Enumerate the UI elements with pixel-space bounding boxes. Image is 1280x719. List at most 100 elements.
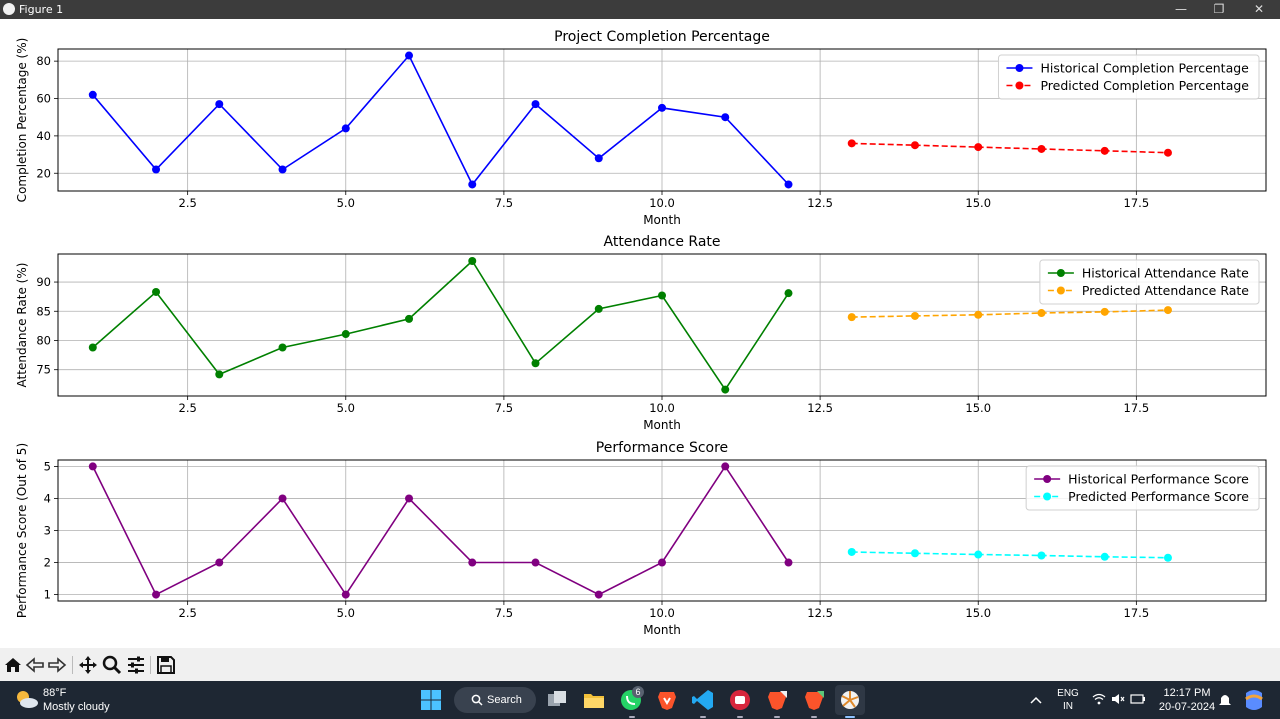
x-tick-label: 17.5 xyxy=(1124,401,1150,415)
y-tick-label: 40 xyxy=(36,129,51,143)
figure-canvas[interactable]: 2.5 5.0 7.5 10.0 12.5 15.0 17.5 20 40 60 80 Project… xyxy=(0,19,1280,648)
data-point xyxy=(215,370,224,379)
data-point xyxy=(784,558,793,567)
running-indicator xyxy=(774,716,780,718)
chevron-up-icon[interactable] xyxy=(1030,695,1042,705)
data-point xyxy=(341,330,350,339)
legend-label: Predicted Completion Percentage xyxy=(1040,78,1249,93)
weather-cloudy-icon[interactable] xyxy=(14,689,40,709)
x-axis-label: Month xyxy=(643,213,681,227)
weather-temperature: 88°F xyxy=(43,687,67,699)
task-view-icon[interactable] xyxy=(545,688,569,712)
language-code[interactable]: ENG xyxy=(1054,688,1082,699)
brave-nightly-icon[interactable] xyxy=(802,688,826,712)
home-icon[interactable] xyxy=(2,654,24,676)
data-point xyxy=(910,141,919,150)
data-point xyxy=(594,590,603,599)
data-point xyxy=(721,385,730,394)
save-icon[interactable] xyxy=(155,654,177,676)
x-tick-label: 12.5 xyxy=(807,401,833,415)
x-tick-label: 12.5 xyxy=(807,196,833,210)
chart-title: Attendance Rate xyxy=(604,234,721,250)
x-tick-label: 2.5 xyxy=(179,401,197,415)
pan-icon[interactable] xyxy=(77,654,99,676)
legend: Historical Attendance Rate Predicted Atte… xyxy=(1039,259,1260,305)
x-tick-label: 5.0 xyxy=(337,606,355,620)
app-icon-red[interactable] xyxy=(728,688,752,712)
x-tick-label: 2.5 xyxy=(179,196,197,210)
data-point xyxy=(278,343,287,352)
data-point xyxy=(1100,307,1109,316)
data-point xyxy=(215,558,224,567)
data-point xyxy=(1037,309,1046,318)
region-code[interactable]: IN xyxy=(1054,701,1082,712)
volume-muted-icon[interactable] xyxy=(1111,693,1125,705)
x-axis-label: Month xyxy=(643,623,681,637)
data-point xyxy=(405,51,414,60)
y-tick-label: 1 xyxy=(44,588,51,602)
close-button[interactable]: ✕ xyxy=(1240,0,1278,19)
search-icon xyxy=(471,694,483,706)
y-tick-label: 75 xyxy=(36,363,51,377)
subplot-3: 2.5 5.0 7.5 10.0 12.5 15.0 17.5 1 2 3 4 5 Performanc… xyxy=(15,440,1267,637)
y-tick-label: 4 xyxy=(44,491,51,505)
minimize-button[interactable]: — xyxy=(1162,0,1200,19)
clock-date[interactable]: 20-07-2024 xyxy=(1156,701,1218,713)
search-label: Search xyxy=(487,694,522,706)
data-point xyxy=(88,462,97,471)
vscode-icon[interactable] xyxy=(691,688,715,712)
legend-marker xyxy=(1056,269,1065,277)
copilot-icon[interactable] xyxy=(1242,689,1266,711)
data-point xyxy=(405,314,414,323)
matplotlib-figure-icon[interactable] xyxy=(838,688,862,712)
data-point xyxy=(152,287,161,296)
data-point xyxy=(341,590,350,599)
data-point xyxy=(594,304,603,313)
brave-beta-icon[interactable] xyxy=(765,688,789,712)
y-tick-label: 80 xyxy=(36,54,51,68)
x-tick-label: 15.0 xyxy=(965,401,991,415)
data-point xyxy=(1163,148,1172,157)
x-axis-label: Month xyxy=(643,418,681,432)
taskbar-search-box[interactable]: Search xyxy=(454,687,536,713)
legend-marker xyxy=(1056,286,1065,295)
x-tick-label: 12.5 xyxy=(807,606,833,620)
data-point xyxy=(152,165,161,174)
configure-subplots-icon[interactable] xyxy=(125,654,147,676)
back-icon[interactable] xyxy=(24,654,46,676)
data-point xyxy=(215,100,224,109)
data-point xyxy=(847,139,856,148)
x-tick-label: 17.5 xyxy=(1124,606,1150,620)
y-tick-label: 85 xyxy=(36,304,51,318)
maximize-button[interactable]: ❐ xyxy=(1200,0,1238,19)
wifi-icon[interactable] xyxy=(1092,693,1106,705)
chart-title: Project Completion Percentage xyxy=(554,29,770,45)
legend: Historical Completion Percentage Predicte… xyxy=(997,54,1260,100)
weather-condition: Mostly cloudy xyxy=(43,701,110,713)
data-point xyxy=(1163,306,1172,315)
data-point xyxy=(152,590,161,599)
data-point xyxy=(721,462,730,471)
data-point xyxy=(594,154,603,163)
legend-marker xyxy=(1043,492,1052,501)
legend-label: Historical Completion Percentage xyxy=(1040,61,1249,76)
forward-icon[interactable] xyxy=(46,654,68,676)
data-point xyxy=(278,165,287,174)
toolbar-separator xyxy=(72,656,73,674)
battery-icon[interactable] xyxy=(1130,693,1146,705)
window-title-bar: Figure 1 — ❐ ✕ xyxy=(0,0,1280,19)
legend-label: Predicted Performance Score xyxy=(1068,489,1249,504)
file-explorer-icon[interactable] xyxy=(582,688,606,712)
y-axis-label: Performance Score (Out of 5) xyxy=(15,443,29,618)
running-indicator xyxy=(811,716,817,718)
legend-label: Historical Attendance Rate xyxy=(1082,266,1249,281)
y-tick-label: 60 xyxy=(36,92,51,106)
clock-time[interactable]: 12:17 PM xyxy=(1156,687,1218,699)
notification-bell-icon[interactable] xyxy=(1218,692,1232,708)
zoom-icon[interactable] xyxy=(101,654,123,676)
chart-title: Performance Score xyxy=(596,440,728,456)
legend-marker xyxy=(1015,81,1024,90)
start-windows-icon[interactable] xyxy=(419,688,443,712)
brave-browser-icon[interactable] xyxy=(655,688,679,712)
data-point xyxy=(405,494,414,503)
